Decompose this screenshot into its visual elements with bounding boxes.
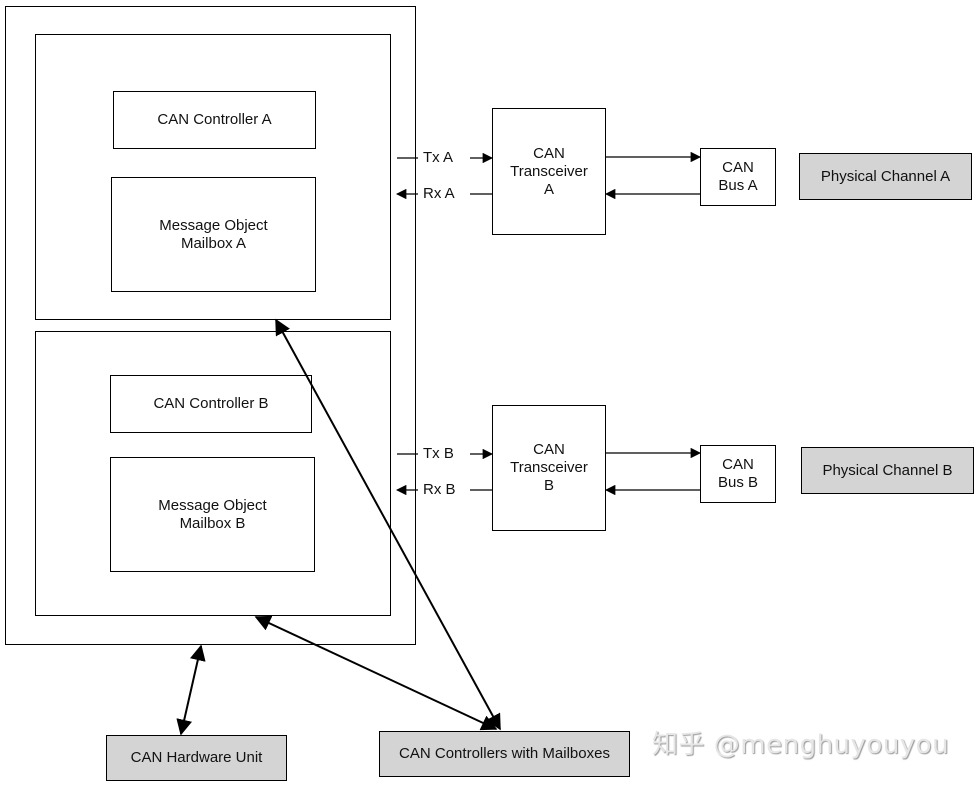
mailboxes-pointer-to-group-a: [275, 318, 501, 731]
connection-lines: [176, 151, 702, 736]
hardware-unit-pointer: [176, 644, 206, 736]
mailboxes-pointer-to-group-b: [254, 615, 498, 731]
watermark: 知乎 @menghuyouyou: [652, 730, 950, 760]
